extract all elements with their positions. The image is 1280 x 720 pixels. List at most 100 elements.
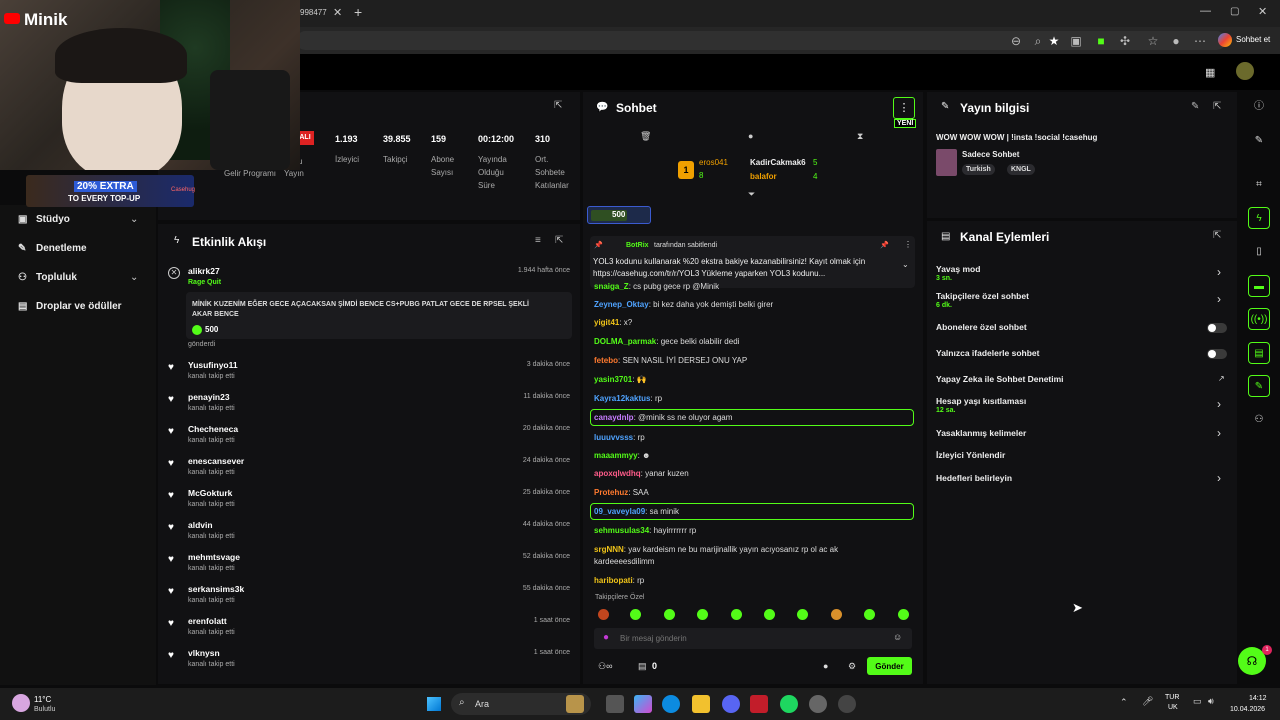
chat-menu-icon[interactable]: ⋮ — [893, 97, 915, 119]
external-link-icon[interactable]: ↗ — [1218, 374, 1225, 383]
nav-community[interactable]: ⚇ Topluluk — [18, 272, 77, 283]
clipboard-icon[interactable]: ▯ — [1248, 241, 1270, 263]
info-icon[interactable]: ⓘ — [1248, 96, 1270, 118]
chat-message[interactable]: snaiga_Z: cs pubg gece rp @Minik — [594, 282, 719, 291]
channel-action-label[interactable]: Yapay Zeka ile Sohbet Denetimi — [936, 374, 1064, 384]
bookmark-star-icon[interactable]: ★ — [1046, 33, 1062, 49]
discord-icon[interactable] — [722, 695, 740, 713]
leader-name-1[interactable]: eros041 — [699, 158, 728, 167]
chat-message[interactable]: yigit41: x? — [594, 318, 632, 327]
channel-action-label[interactable]: Yavaş mod — [936, 264, 980, 274]
chat-message[interactable]: sehmusulas34: hayirrrrrrr rp — [594, 526, 696, 535]
kicks-goal[interactable]: 500 — [587, 206, 651, 224]
clock-time[interactable]: 14:12 — [1249, 695, 1267, 702]
mic-tray-icon[interactable]: 🎤︎ — [1142, 696, 1153, 707]
file-explorer-icon[interactable] — [692, 695, 710, 713]
emote-icon[interactable] — [664, 609, 675, 620]
more-icon[interactable]: ⋯ — [1192, 33, 1208, 49]
obs-icon[interactable] — [809, 695, 827, 713]
tag-chip[interactable]: KNGL — [1007, 164, 1035, 175]
lang-1[interactable]: TUR — [1165, 694, 1179, 701]
chevron-right-icon[interactable]: › — [1217, 471, 1221, 485]
user-avatar[interactable] — [1236, 62, 1254, 80]
gift-user[interactable]: alikrk27 — [188, 266, 220, 276]
chat-message[interactable]: maaammyy: ☻ — [594, 451, 650, 460]
chat-username[interactable]: yigit41 — [594, 318, 619, 327]
profile-avatar-icon[interactable]: ● — [1168, 33, 1184, 49]
clock-date[interactable]: 10.04.2026 — [1230, 706, 1265, 713]
chat-message[interactable]: 09_vaveyla09: sa minik — [594, 507, 679, 516]
emote-icon[interactable] — [731, 609, 742, 620]
close-tab-icon[interactable]: ✕ — [333, 6, 342, 19]
follower-name[interactable]: erenfolatt — [188, 616, 227, 626]
toggle-switch[interactable] — [1207, 349, 1227, 359]
chat-username[interactable]: apoxqlwdhq — [594, 469, 641, 478]
chat-username[interactable]: DOLMA_parmak — [594, 337, 656, 346]
people-icon[interactable]: ⚇ — [1248, 409, 1270, 431]
chat-button[interactable]: Sohbet et — [1236, 35, 1270, 44]
chat-message[interactable]: haribopati: rp — [594, 576, 644, 585]
store-icon[interactable]: ▤ — [638, 661, 647, 672]
chat-username[interactable]: Protehuz — [594, 488, 628, 497]
bolt-icon[interactable]: ϟ — [1248, 207, 1270, 229]
search-icon[interactable]: ⌕ — [1030, 33, 1046, 49]
emote-icon[interactable] — [898, 609, 909, 620]
emote-icon[interactable] — [764, 609, 775, 620]
trash-icon[interactable]: 🗑 — [640, 131, 651, 142]
follower-name[interactable]: McGokturk — [188, 488, 232, 498]
windows-start-icon[interactable] — [427, 697, 441, 711]
task-view-icon[interactable] — [606, 695, 624, 713]
popout-icon[interactable]: ⇱ — [555, 235, 563, 246]
pinned-by[interactable]: BotRix — [626, 242, 649, 249]
chat-username[interactable]: sehmusulas34 — [594, 526, 649, 535]
chat-username[interactable]: canaydnlp — [594, 413, 634, 422]
follower-name[interactable]: vlknysn — [188, 648, 220, 658]
network-icon[interactable]: ▭ — [1193, 696, 1202, 707]
toggle-switch[interactable] — [1207, 323, 1227, 333]
chevron-down-icon[interactable]: ⌄ — [130, 272, 138, 283]
chat-bubble-icon[interactable]: ▬ — [1248, 275, 1270, 297]
chat-username[interactable]: fetebo — [594, 356, 618, 365]
chat-username[interactable]: Kayra12kaktus — [594, 394, 650, 403]
extension-icon[interactable]: ▣ — [1068, 33, 1084, 49]
chat-username[interactable]: Zeynep_Oktay — [594, 300, 649, 309]
edit-icon[interactable]: ✎ — [1191, 101, 1199, 112]
chevron-down-icon[interactable]: ⌄ — [130, 214, 138, 225]
leader-name-3[interactable]: balafor — [750, 172, 777, 181]
chat-message[interactable]: kardeeeesdilimm — [594, 557, 654, 566]
tab-title-fragment[interactable]: 998477 — [300, 8, 327, 17]
zoom-icon[interactable]: ⊖ — [1008, 33, 1024, 49]
edge-icon[interactable] — [662, 695, 680, 713]
chat-username[interactable]: 09_vaveyla09 — [594, 507, 645, 516]
chat-username[interactable]: yasin3701 — [594, 375, 632, 384]
chat-username[interactable]: haribopati — [594, 576, 633, 585]
channel-action-label[interactable]: Abonelere özel sohbet — [936, 322, 1027, 332]
chat-username[interactable]: luuuvvsss — [594, 433, 633, 442]
nav-moderation[interactable]: ✎ Denetleme — [18, 243, 87, 254]
filter-icon[interactable]: ≡ — [535, 235, 541, 246]
emote-icon[interactable] — [864, 609, 875, 620]
layout-icon[interactable]: ▤ — [1248, 342, 1270, 364]
channel-action-label[interactable]: Yalnızca ifadelerle sohbet — [936, 348, 1039, 358]
follower-name[interactable]: Checheneca — [188, 424, 238, 434]
chat-input[interactable] — [620, 630, 880, 646]
chat-username[interactable]: srgNNN — [594, 545, 624, 554]
popout-icon[interactable]: ⇱ — [554, 100, 562, 111]
chat-message[interactable]: apoxqlwdhq: yanar kuzen — [594, 469, 689, 478]
emote-icon[interactable] — [697, 609, 708, 620]
chat-message[interactable]: Kayra12kaktus: rp — [594, 394, 662, 403]
gift-dismiss-icon[interactable]: ✕ — [168, 267, 180, 279]
pencil-icon[interactable]: ✎ — [1248, 130, 1270, 152]
channel-action-label[interactable]: Yasaklanmış kelimeler — [936, 428, 1026, 438]
chat-input-box[interactable]: ● ☺ — [594, 628, 912, 649]
chat-message[interactable]: Protehuz: SAA — [594, 488, 649, 497]
unpin-icon[interactable]: 📌 — [880, 241, 889, 249]
spotify-icon[interactable] — [780, 695, 798, 713]
chat-message[interactable]: luuuvvsss: rp — [594, 433, 645, 442]
chat-options-icon[interactable]: ● — [823, 661, 828, 671]
wrench-icon[interactable]: ✎ — [1248, 375, 1270, 397]
maximize-icon[interactable]: ▢ — [1230, 6, 1239, 17]
broadcast-icon[interactable]: ((•)) — [1248, 308, 1270, 330]
chevron-right-icon[interactable]: › — [1217, 265, 1221, 279]
chat-message[interactable]: srgNNN: yav kardeism ne bu marijinallik … — [594, 545, 838, 554]
